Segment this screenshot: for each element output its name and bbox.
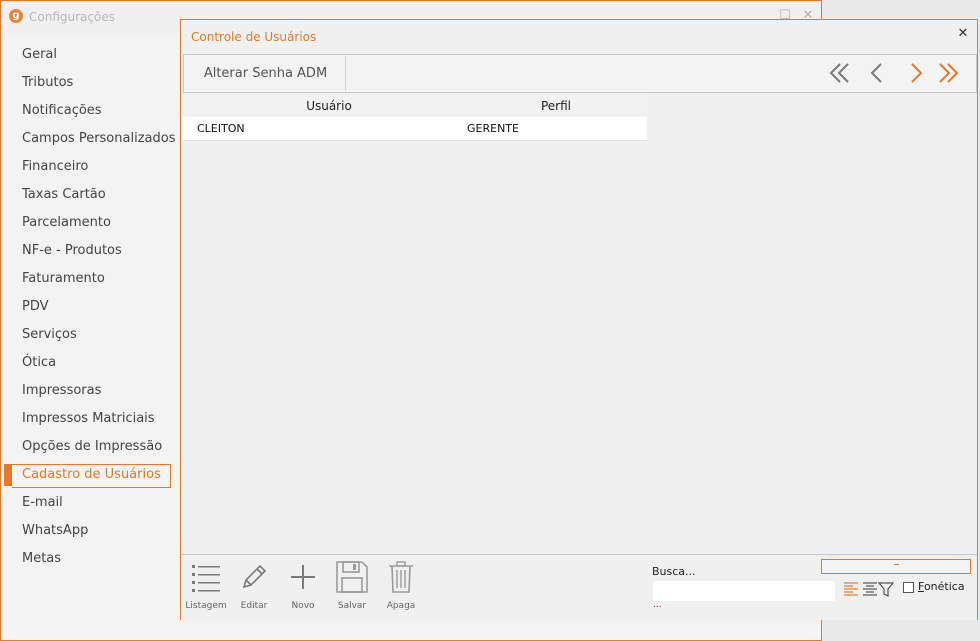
change-admin-password-button[interactable]: Alterar Senha ADM: [186, 56, 346, 91]
phonetic-label[interactable]: Fonética: [918, 580, 965, 593]
listagem-button[interactable]: Listagem: [182, 559, 230, 611]
last-page-icon: [939, 63, 959, 83]
grid-header: Usuário Perfil: [183, 95, 647, 117]
search-label: Busca...: [652, 565, 696, 578]
editar-button[interactable]: Editar: [230, 559, 278, 611]
filter-icon[interactable]: [878, 581, 894, 597]
status-progress-box: [821, 559, 971, 574]
apaga-button[interactable]: Apaga: [377, 559, 425, 611]
user-control-dialog: Controle de Usuários ✕ Alterar Senha ADM: [180, 19, 978, 620]
first-page-icon: [829, 63, 849, 83]
column-header-perfil[interactable]: Perfil: [465, 95, 647, 117]
sidebar-item-opcoes-impressao[interactable]: Opções de Impressão: [2, 433, 180, 461]
cell-perfil[interactable]: GERENTE: [465, 117, 647, 140]
sidebar-item-whatsapp[interactable]: WhatsApp: [2, 517, 180, 545]
trash-icon: [389, 561, 413, 593]
sidebar-item-tributos[interactable]: Tributos: [2, 69, 180, 97]
search-dots: ...: [653, 600, 662, 610]
last-record-button[interactable]: [934, 60, 962, 86]
sidebar-item-faturamento[interactable]: Faturamento: [2, 265, 180, 293]
sidebar-item-metas[interactable]: Metas: [2, 545, 180, 573]
dialog-title: Controle de Usuários: [191, 30, 317, 44]
sidebar-item-cadastro-usuarios[interactable]: Cadastro de Usuários: [2, 461, 180, 489]
dialog-close-button[interactable]: ✕: [955, 26, 971, 42]
sidebar-item-pdv[interactable]: PDV: [2, 293, 180, 321]
phonetic-checkbox[interactable]: [903, 582, 914, 593]
salvar-button[interactable]: Salvar: [328, 559, 376, 611]
settings-sidebar: Geral Tributos Notificações Campos Perso…: [2, 41, 180, 573]
novo-button[interactable]: Novo: [279, 559, 327, 611]
window-title: Configurações: [29, 10, 115, 24]
column-header-usuario[interactable]: Usuário: [183, 95, 465, 117]
save-icon: [336, 561, 368, 593]
sidebar-item-taxas-cartao[interactable]: Taxas Cartão: [2, 181, 180, 209]
sidebar-item-nfe-produtos[interactable]: NF-e - Produtos: [2, 237, 180, 265]
users-grid: Usuário Perfil CLEITON GERENTE: [183, 95, 647, 141]
search-input[interactable]: [653, 581, 835, 601]
sidebar-item-campos-personalizados[interactable]: Campos Personalizados: [2, 125, 180, 153]
sidebar-item-email[interactable]: E-mail: [2, 489, 180, 517]
progress-indicator: [894, 564, 899, 565]
dialog-toolbar: Alterar Senha ADM: [183, 54, 977, 93]
cell-usuario[interactable]: CLEITON: [183, 117, 465, 140]
novo-label: Novo: [291, 601, 315, 611]
sidebar-item-impressoras[interactable]: Impressoras: [2, 377, 180, 405]
sidebar-item-parcelamento[interactable]: Parcelamento: [2, 209, 180, 237]
listagem-label: Listagem: [185, 601, 227, 611]
sidebar-item-geral[interactable]: Geral: [2, 41, 180, 69]
align-left-icon[interactable]: [843, 581, 859, 597]
action-bar: Listagem Editar Novo Salvar Apaga Busca.…: [181, 554, 977, 620]
align-center-icon[interactable]: [862, 581, 878, 597]
pencil-icon: [242, 564, 267, 589]
app-logo-icon: g: [9, 9, 23, 23]
sidebar-item-notificacoes[interactable]: Notificações: [2, 97, 180, 125]
next-record-button[interactable]: [902, 60, 930, 86]
salvar-label: Salvar: [337, 601, 367, 611]
table-row[interactable]: CLEITON GERENTE: [183, 117, 647, 141]
list-icon: [192, 565, 220, 592]
previous-icon: [870, 63, 882, 83]
sidebar-item-servicos[interactable]: Serviços: [2, 321, 180, 349]
sidebar-item-otica[interactable]: Ótica: [2, 349, 180, 377]
apaga-label: Apaga: [386, 601, 416, 611]
plus-icon: [291, 565, 315, 589]
sidebar-item-impressos-matriciais[interactable]: Impressos Matriciais: [2, 405, 180, 433]
sidebar-item-financeiro[interactable]: Financeiro: [2, 153, 180, 181]
first-record-button[interactable]: [826, 60, 854, 86]
previous-record-button[interactable]: [864, 60, 892, 86]
editar-label: Editar: [240, 601, 268, 611]
next-icon: [911, 63, 923, 83]
phonetic-label-rest: onética: [923, 580, 965, 593]
